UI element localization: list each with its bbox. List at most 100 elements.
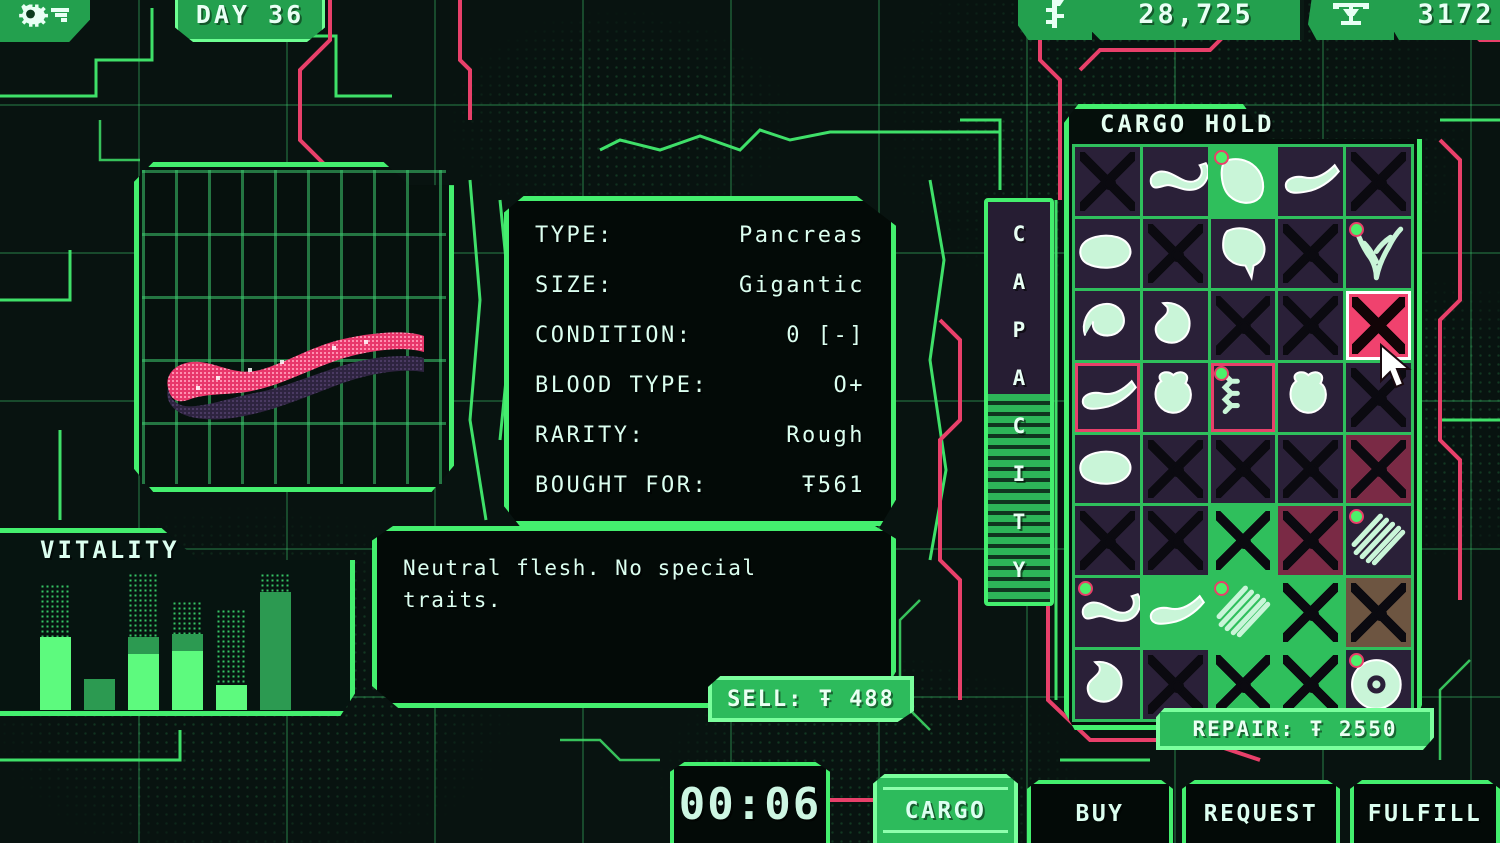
top-status-bar: DAY 36 28,725 3172 [0, 0, 1500, 52]
info-key: CONDITION: [535, 323, 693, 348]
cargo-hold-grid[interactable] [1072, 144, 1414, 722]
cargo-slot-filled[interactable] [1346, 506, 1411, 576]
info-value: O+ [833, 373, 865, 398]
vitality-title: VITALITY [40, 536, 180, 564]
sell-button[interactable]: SELL: Ŧ 488 [708, 676, 914, 722]
cargo-slot-filled[interactable] [1075, 578, 1140, 648]
cargo-slot-filled[interactable] [1142, 290, 1208, 360]
currency-icon [1018, 0, 1092, 40]
cargo-slot-empty[interactable] [1075, 506, 1140, 576]
vitality-bar-lit [40, 637, 71, 710]
tab-buy[interactable]: BUY [1027, 780, 1173, 843]
new-item-dot [1213, 365, 1229, 381]
cargo-slot-filled[interactable] [1210, 218, 1276, 288]
capacity-fill [988, 394, 1050, 602]
vitality-bar-mid [260, 592, 291, 710]
info-value: 0 [-] [786, 323, 865, 348]
cargo-slot-filled[interactable] [1210, 578, 1276, 648]
pancreas-sprite [1285, 163, 1341, 194]
vitality-bar [216, 570, 247, 710]
cargo-slot-filled[interactable] [1142, 362, 1208, 432]
vitality-bar-mid [84, 679, 115, 710]
scale-icon [1308, 0, 1394, 40]
settings-button[interactable] [0, 0, 90, 42]
kidney-sprite [1086, 661, 1123, 703]
heart-sprite [1289, 370, 1328, 414]
organ-preview-panel [134, 162, 454, 492]
gear-icon [19, 4, 69, 27]
cargo-slot-filled[interactable] [1075, 362, 1140, 432]
vitality-bar-lit [172, 651, 203, 710]
cargo-slot-filled[interactable] [1278, 362, 1344, 432]
new-item-dot [1349, 221, 1365, 237]
cargo-slot-empty[interactable] [1142, 434, 1208, 504]
info-key: SIZE: [535, 273, 614, 298]
cargo-slot-empty[interactable] [1278, 290, 1344, 360]
kidney-sprite [1154, 301, 1191, 344]
cargo-slot-filled[interactable] [1210, 362, 1276, 432]
intestine-sprite [1149, 161, 1208, 191]
info-value: Ŧ561 [802, 473, 865, 498]
cargo-slot-empty[interactable] [1142, 218, 1208, 288]
info-row-rarity: RARITY: Rough [535, 423, 865, 473]
vitality-bar-chart [40, 570, 350, 710]
info-key: RARITY: [535, 423, 646, 448]
reputation-value: 3172 [1394, 0, 1500, 40]
info-value: Rough [786, 423, 865, 448]
cargo-hold-title: CARGO HOLD [1100, 110, 1275, 138]
cargo-slot-filled[interactable] [1075, 434, 1140, 504]
game-screen: DAY 36 28,725 3172 TYPE: Pancreas SIZE: … [0, 0, 1500, 843]
info-key: BOUGHT FOR: [535, 473, 709, 498]
tab-request[interactable]: REQUEST [1182, 780, 1340, 843]
vitality-bar [40, 570, 71, 710]
cargo-slot-hovered[interactable] [1346, 290, 1411, 360]
vitality-bar [260, 570, 291, 710]
cargo-slot-filled[interactable] [1075, 218, 1140, 288]
day-counter: DAY 36 [175, 0, 325, 42]
pancreas-sprite [167, 332, 425, 420]
cargo-slot-filled[interactable] [1278, 147, 1344, 216]
info-row-bought-for: BOUGHT FOR: Ŧ561 [535, 473, 865, 523]
money-value: 28,725 [1092, 0, 1300, 40]
cargo-slot-empty[interactable] [1278, 434, 1344, 504]
turn-timer: 00:06 [670, 762, 830, 843]
vitality-bar-lit [216, 684, 247, 710]
cargo-slot-filled[interactable] [1346, 218, 1411, 288]
tab-cargo[interactable]: CARGO [873, 774, 1018, 843]
info-row-condition: CONDITION: 0 [-] [535, 323, 865, 373]
cargo-slot-filled[interactable] [1210, 147, 1276, 216]
cargo-slot-empty[interactable] [1346, 434, 1411, 504]
scalpel-currency-glyph [1046, 0, 1064, 28]
cargo-slot-empty[interactable] [1210, 506, 1276, 576]
cargo-slot-filled[interactable] [1075, 290, 1140, 360]
tab-fulfill[interactable]: FULFILL [1350, 780, 1500, 843]
new-item-dot [1213, 150, 1229, 165]
cargo-slot-filled[interactable] [1142, 147, 1208, 216]
topbar-divider-1 [1300, 0, 1304, 40]
cargo-slot-filled[interactable] [1142, 578, 1208, 648]
info-row-blood-type: BLOOD TYPE: O+ [535, 373, 865, 423]
cargo-slot-empty[interactable] [1346, 578, 1411, 648]
liver-sprite [1079, 234, 1132, 269]
cargo-slot-empty[interactable] [1346, 362, 1411, 432]
cargo-slot-empty[interactable] [1210, 290, 1276, 360]
cargo-slot-empty[interactable] [1142, 506, 1208, 576]
cargo-slot-empty[interactable] [1278, 218, 1344, 288]
cargo-slot-empty[interactable] [1346, 147, 1411, 216]
organ-info-panel: TYPE: Pancreas SIZE: Gigantic CONDITION:… [504, 196, 896, 526]
cargo-slot-empty[interactable] [1278, 578, 1344, 648]
cargo-slot-empty[interactable] [1210, 434, 1276, 504]
info-key: TYPE: [535, 223, 614, 248]
vitality-bar [84, 570, 115, 710]
vitality-bar [172, 570, 203, 710]
cargo-slot-filled[interactable] [1075, 650, 1140, 719]
info-value: Gigantic [739, 273, 865, 298]
cargo-slot-empty[interactable] [1278, 506, 1344, 576]
capacity-gauge [984, 198, 1054, 606]
cargo-slot-empty[interactable] [1075, 147, 1140, 216]
repair-button[interactable]: REPAIR: Ŧ 2550 [1156, 708, 1434, 750]
timer-value: 00:06 [678, 779, 822, 830]
liver-sprite [1079, 450, 1132, 485]
info-row-size: SIZE: Gigantic [535, 273, 865, 323]
balance-scale-glyph [1333, 3, 1369, 25]
